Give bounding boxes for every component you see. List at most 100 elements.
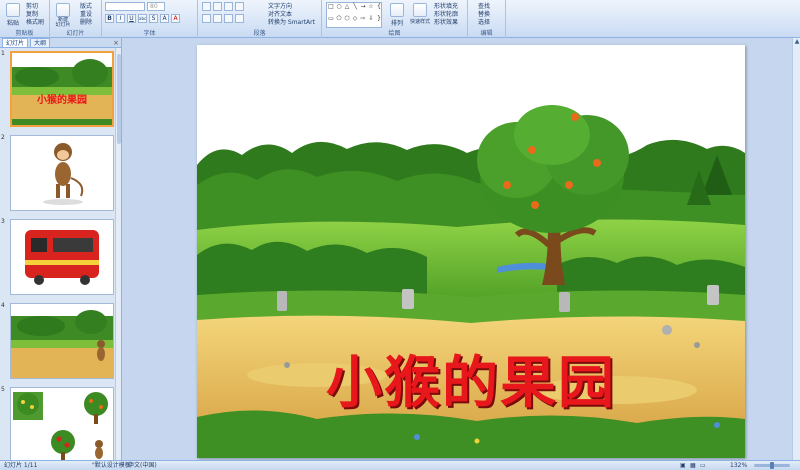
slide-scrollbar[interactable]: ▲: [792, 38, 800, 460]
slide-number: 2: [1, 134, 5, 141]
diamond-icon[interactable]: ◇: [351, 15, 359, 27]
oval-icon[interactable]: ○: [335, 3, 343, 15]
rectangle-icon[interactable]: □: [327, 3, 335, 15]
decrease-indent-icon[interactable]: [224, 2, 233, 11]
close-pane-icon[interactable]: ×: [113, 39, 119, 47]
slide-canvas[interactable]: 小猴的果园: [197, 45, 745, 458]
delete-button[interactable]: 删除: [80, 17, 92, 26]
tab-slides[interactable]: 幻灯片: [2, 38, 29, 47]
status-bar: 幻灯片 1/11 "默认设计模板" 中文(中国) ▣ ▦ ▭ 132%: [0, 460, 800, 470]
select-button[interactable]: 选择: [478, 17, 490, 26]
font-size-field[interactable]: 80: [147, 2, 165, 11]
paragraph-group: 文字方向 对齐文本 转换为 SmartArt 段落: [198, 0, 322, 38]
new-slide-icon: [56, 3, 70, 17]
bold-button[interactable]: B: [105, 14, 114, 23]
shape-effects-button[interactable]: 形状效果: [434, 17, 458, 26]
arrow-icon[interactable]: →: [359, 3, 367, 15]
drawing-group: □ ○ △ ╲ → ☆{ ▭ ⬠ ⬡ ◇ ⇨ ⇩} 排列 快速样式 形状填充 形状轮廓 形状效果 绘…: [322, 0, 468, 38]
font-format-row: B I U abc S A A: [105, 14, 180, 23]
slide-preview: [10, 303, 114, 379]
orchard-monkey-image: [11, 304, 113, 378]
clipboard-group-label: 剪贴板: [15, 30, 34, 37]
font-group-label: 字体: [143, 30, 156, 37]
drawing-group-label: 绘图: [388, 30, 401, 37]
slide-number: 5: [1, 386, 5, 393]
paste-icon: [6, 3, 20, 17]
paragraph-group-label: 段落: [253, 30, 266, 37]
underline-button[interactable]: U: [127, 14, 136, 23]
font-name-field[interactable]: [105, 2, 145, 11]
arrange-button[interactable]: 排列: [386, 2, 408, 27]
fruit-trees-image: [11, 388, 113, 462]
italic-button[interactable]: I: [116, 14, 125, 23]
align-buttons: [202, 14, 244, 23]
increase-indent-icon[interactable]: [235, 2, 244, 11]
new-slide-button[interactable]: 新建 幻灯片: [52, 2, 74, 28]
font-color-button[interactable]: A: [171, 14, 180, 23]
paste-button[interactable]: 粘贴: [2, 2, 24, 27]
slide-preview: [10, 219, 114, 295]
editing-group-label: 编辑: [480, 30, 493, 37]
bracket-icon[interactable]: {: [375, 3, 383, 15]
tab-outline[interactable]: 大纲: [30, 38, 51, 47]
quick-styles-button[interactable]: 快速样式: [408, 2, 432, 26]
rounded-rect-icon[interactable]: ▭: [327, 15, 335, 27]
language-status[interactable]: 中文(中国): [128, 461, 157, 470]
zoom-level[interactable]: 132%: [730, 461, 747, 470]
pentagon-icon[interactable]: ⬠: [335, 15, 343, 27]
slide-title[interactable]: 小猴的果园: [197, 338, 745, 419]
ribbon: 粘贴 剪切 复制 格式刷 剪贴板 新建 幻灯片 版式 重设 删除 幻灯片 80 …: [0, 0, 800, 38]
shadow-button[interactable]: S: [149, 14, 158, 23]
down-arrow-icon[interactable]: ⇩: [367, 15, 375, 27]
scroll-up-icon[interactable]: ▲: [793, 38, 800, 46]
train-image: [11, 220, 113, 294]
line-icon[interactable]: ╲: [351, 3, 359, 15]
triangle-icon[interactable]: △: [343, 3, 351, 15]
sorter-view-icon[interactable]: ▦: [690, 461, 696, 470]
arrange-icon: [390, 3, 404, 17]
slide-thumbnail-5[interactable]: 5: [0, 385, 118, 465]
thumbnail-scrollbar[interactable]: [115, 48, 121, 460]
slides-group-label: 幻灯片: [66, 30, 85, 37]
editing-group: 查找 替换 选择 编辑: [468, 0, 506, 38]
slide-number: 1: [1, 50, 5, 57]
right-arrow-icon[interactable]: ⇨: [359, 15, 367, 27]
slide-preview: [10, 387, 114, 463]
slide-editor: 小猴的果园 ▲: [123, 38, 800, 460]
slide-thumbnail-1[interactable]: 1 小猴的果园: [0, 49, 118, 129]
align-right-icon[interactable]: [224, 14, 233, 23]
scrollbar-thumb[interactable]: [117, 54, 121, 144]
justify-icon[interactable]: [235, 14, 244, 23]
align-left-icon[interactable]: [202, 14, 211, 23]
bullets-icon[interactable]: [202, 2, 211, 11]
slide-thumbnail-3[interactable]: 3: [0, 217, 118, 297]
zoom-slider-handle[interactable]: [770, 462, 774, 469]
normal-view-icon[interactable]: ▣: [680, 461, 686, 470]
smartart-button[interactable]: 转换为 SmartArt: [268, 17, 315, 26]
arrange-label: 排列: [390, 20, 403, 27]
format-painter-button[interactable]: 格式刷: [26, 17, 44, 26]
star-icon[interactable]: ☆: [367, 3, 375, 15]
grow-font-button[interactable]: A: [160, 14, 169, 23]
quick-styles-label: 快速样式: [409, 19, 430, 25]
shapes-gallery[interactable]: □ ○ △ ╲ → ☆{ ▭ ⬠ ⬡ ◇ ⇨ ⇩}: [326, 2, 382, 28]
slide-preview: [10, 135, 114, 211]
align-center-icon[interactable]: [213, 14, 222, 23]
hexagon-icon[interactable]: ⬡: [343, 15, 351, 27]
slideshow-view-icon[interactable]: ▭: [700, 461, 706, 470]
list-buttons: [202, 2, 244, 11]
slide-number: 3: [1, 218, 5, 225]
slide-thumbnail-4[interactable]: 4: [0, 301, 118, 381]
numbering-icon[interactable]: [213, 2, 222, 11]
brace-icon[interactable]: }: [375, 15, 383, 27]
paste-label: 粘贴: [6, 20, 19, 27]
slide-preview: 小猴的果园: [10, 51, 114, 127]
new-slide-label: 新建 幻灯片: [55, 17, 71, 28]
clipboard-group: 粘贴 剪切 复制 格式刷 剪贴板: [0, 0, 50, 38]
slide-thumbnail-2[interactable]: 2: [0, 133, 118, 213]
strikethrough-button[interactable]: abc: [138, 14, 147, 23]
orchard-scene-image: [12, 53, 112, 125]
slide-counter: 幻灯片 1/11: [4, 462, 38, 469]
quick-styles-icon: [413, 3, 427, 17]
font-group: 80 B I U abc S A A 字体: [102, 0, 198, 38]
